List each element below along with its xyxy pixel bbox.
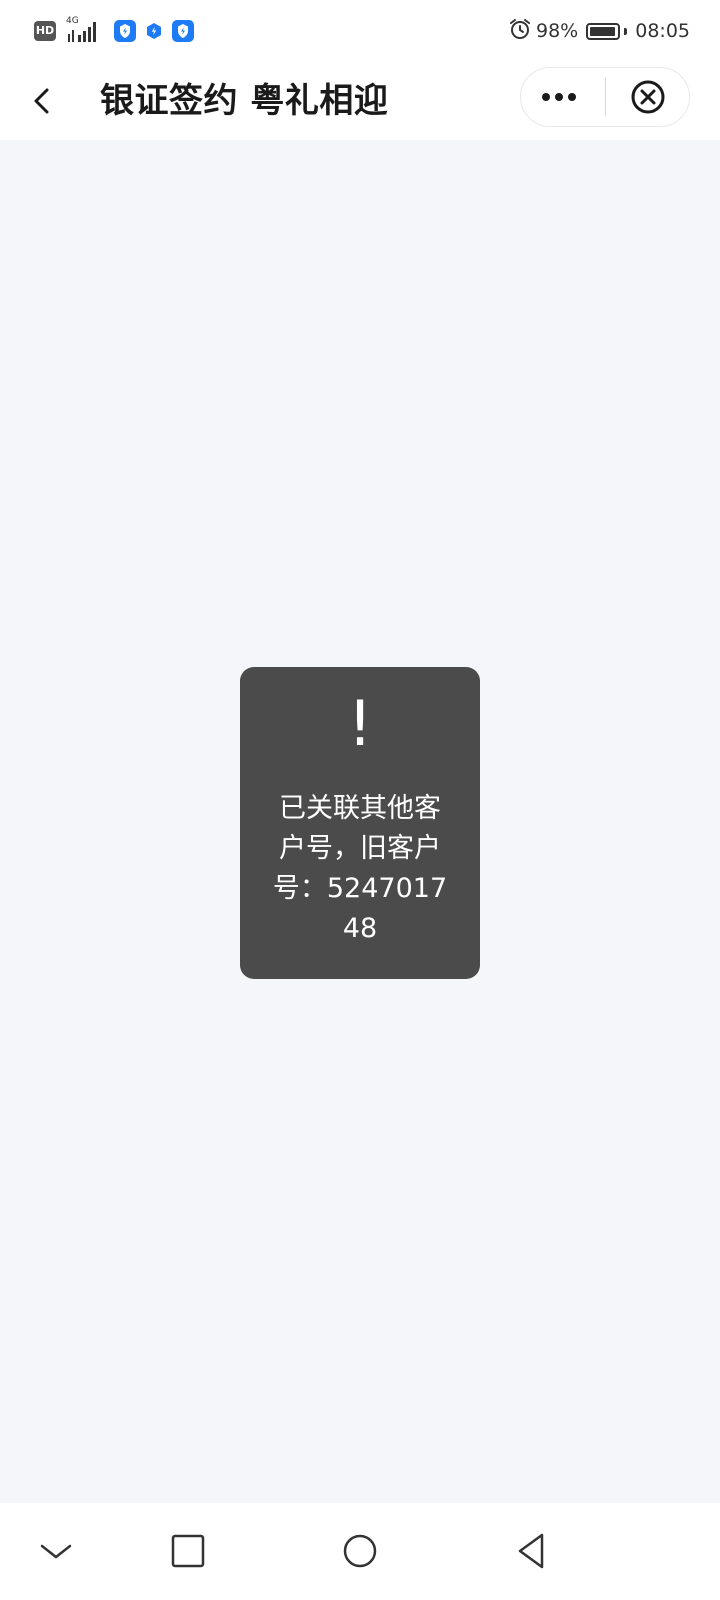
nav-recents-button[interactable]: [158, 1521, 218, 1581]
app-notification-icon: [172, 20, 194, 42]
alarm-icon: [508, 17, 532, 46]
hd-badge: HD: [34, 21, 56, 41]
battery-icon: [586, 22, 621, 40]
menu-capsule: [520, 67, 690, 127]
chevron-left-icon: [34, 88, 49, 114]
nav-back-button[interactable]: [502, 1521, 562, 1581]
close-button[interactable]: [607, 68, 689, 126]
app-notification-icon: [143, 20, 165, 42]
title-bar: 银证签约 粤礼相迎: [0, 62, 720, 140]
error-toast: ! 已关联其他客户号，旧客户号：524701748: [240, 667, 480, 979]
triangle-back-icon: [518, 1533, 544, 1569]
chevron-down-icon: [40, 1544, 72, 1559]
more-dots-icon: [542, 93, 576, 101]
back-button[interactable]: [22, 76, 62, 126]
page-title: 银证签约 粤礼相迎: [100, 81, 389, 121]
signal-icon: 4G: [64, 16, 102, 44]
status-bar: HD 4G 98% 08:05: [0, 0, 720, 62]
network-label: 4G: [66, 16, 79, 26]
app-notification-icon: [114, 20, 136, 42]
capsule-divider: [605, 78, 606, 116]
circle-x-icon: [631, 80, 665, 114]
system-nav-bar: [0, 1503, 720, 1600]
circle-icon: [343, 1534, 377, 1568]
battery-percent: 98%: [536, 20, 579, 42]
more-button[interactable]: [521, 68, 606, 126]
nav-collapse-button[interactable]: [26, 1521, 86, 1581]
exclamation-icon: !: [347, 687, 373, 760]
toast-message: 已关联其他客户号，旧客户号：524701748: [272, 793, 448, 944]
battery-level: [590, 26, 616, 36]
battery-tip: [624, 27, 628, 35]
clock: 08:05: [635, 20, 690, 42]
nav-home-button[interactable]: [330, 1521, 390, 1581]
status-indicators: 98% 08:05: [508, 18, 690, 44]
square-icon: [171, 1534, 205, 1568]
